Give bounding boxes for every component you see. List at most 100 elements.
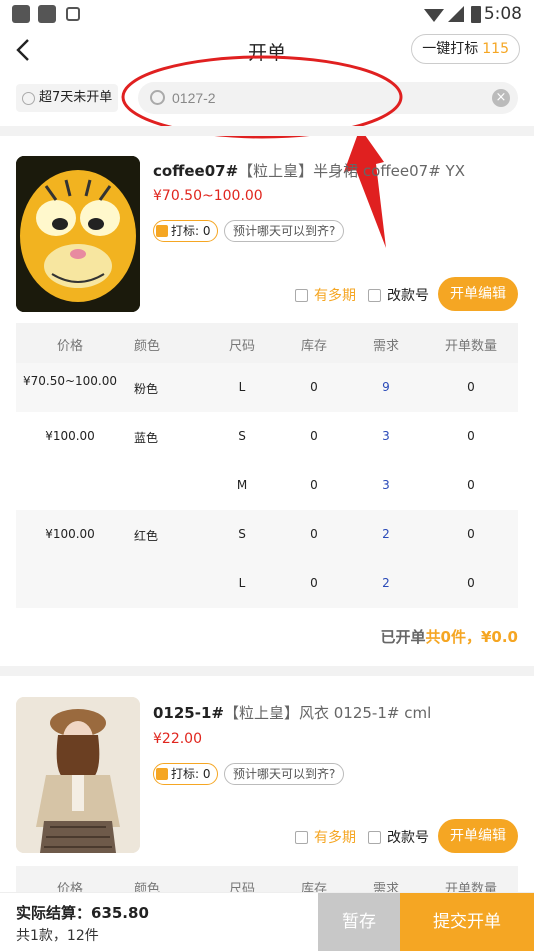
order-summary: 已开单共0件，¥0.0 xyxy=(381,626,518,647)
change-code-label: 改款号 xyxy=(387,288,429,304)
cell-need: 3 xyxy=(382,478,390,492)
eta-button[interactable]: 预计哪天可以到齐? xyxy=(224,220,345,242)
bottom-bar: 实际结算：635.80 共1款，12件 暂存 提交开单 xyxy=(0,892,534,951)
cell-price: ¥100.00 xyxy=(45,429,95,443)
status-bar: 5:08 xyxy=(0,0,534,28)
one-click-tag-button[interactable]: 一键打标 115 xyxy=(411,34,520,64)
product-image[interactable] xyxy=(16,697,140,853)
battery-icon xyxy=(471,6,481,23)
product-price: ¥70.50~100.00 xyxy=(153,188,263,204)
table-row: M 0 3 0 xyxy=(16,461,518,510)
table-row: ¥100.00 蓝色 S 0 3 0 xyxy=(16,412,518,461)
cell-size: L xyxy=(238,576,246,590)
signal-icon xyxy=(424,6,464,22)
divider xyxy=(0,126,534,136)
search-input[interactable] xyxy=(172,82,472,114)
header-qty: 开单数量 xyxy=(444,339,497,354)
cell-size: S xyxy=(238,429,246,443)
edit-icon xyxy=(368,288,381,302)
clear-icon[interactable]: × xyxy=(492,89,510,107)
submit-order-button[interactable]: 提交开单 xyxy=(400,893,534,951)
cell-need: 3 xyxy=(382,429,390,443)
eta-button[interactable]: 预计哪天可以到齐? xyxy=(224,763,345,785)
product-code: coffee07# xyxy=(153,162,239,180)
cell-qty[interactable]: 0 xyxy=(436,478,506,492)
multi-period-label: 有多期 xyxy=(314,830,356,846)
summary-value: 共0件，¥0.0 xyxy=(425,628,518,646)
search-icon xyxy=(150,90,165,105)
cell-stock: 0 xyxy=(310,576,318,590)
search-box[interactable]: × xyxy=(138,82,518,114)
app-icon xyxy=(66,7,80,21)
table-row: L 0 2 0 xyxy=(16,559,518,608)
cell-stock: 0 xyxy=(310,429,318,443)
calendar-icon xyxy=(295,288,308,302)
overdue-filter-checkbox[interactable]: 超7天未开单 xyxy=(16,84,119,112)
cell-qty[interactable]: 0 xyxy=(436,527,506,541)
cell-color: 红色 xyxy=(134,529,159,543)
order-edit-button[interactable]: 开单编辑 xyxy=(438,819,518,853)
product-description: 【粒上皇】风衣 0125-1# cml xyxy=(223,704,432,722)
tag-badge-label: 打标: 0 xyxy=(171,767,211,781)
tag-badge[interactable]: 打标: 0 xyxy=(153,220,218,242)
multi-period-label: 有多期 xyxy=(314,288,356,304)
cell-size: L xyxy=(238,380,246,394)
cell-qty[interactable]: 0 xyxy=(436,429,506,443)
save-draft-button[interactable]: 暂存 xyxy=(318,893,400,951)
tag-count: 115 xyxy=(482,41,509,57)
change-code-button[interactable]: 改款号 xyxy=(368,285,429,305)
change-code-label: 改款号 xyxy=(387,830,429,846)
cell-qty[interactable]: 0 xyxy=(436,380,506,394)
cell-size: S xyxy=(238,527,246,541)
checkbox-icon xyxy=(22,91,35,105)
cell-price: ¥100.00 xyxy=(45,527,95,541)
product-name: 0125-1#【粒上皇】风衣 0125-1# cml xyxy=(153,702,431,723)
table-row: ¥70.50~100.00 粉色 L 0 9 0 xyxy=(16,363,518,412)
product-code: 0125-1# xyxy=(153,704,224,722)
settlement-total: 实际结算：635.80 xyxy=(16,904,149,922)
cell-need: 9 xyxy=(382,380,390,394)
cell-stock: 0 xyxy=(310,478,318,492)
change-code-button[interactable]: 改款号 xyxy=(368,827,429,847)
table-group: ¥100.00 蓝色 S 0 3 0 M 0 3 0 xyxy=(16,412,518,510)
one-click-tag-label: 一键打标 xyxy=(422,41,479,57)
notification-icon xyxy=(38,5,56,23)
trench-coat-image xyxy=(16,697,140,853)
order-edit-button[interactable]: 开单编辑 xyxy=(438,277,518,311)
tag-badge[interactable]: 打标: 0 xyxy=(153,763,218,785)
sku-table: 价格 颜色 尺码 库存 需求 开单数量 ¥70.50~100.00 粉色 L 0… xyxy=(16,323,518,608)
table-group: ¥70.50~100.00 粉色 L 0 9 0 xyxy=(16,363,518,412)
table-header: 价格 颜色 尺码 库存 需求 开单数量 xyxy=(16,323,518,363)
garfield-image xyxy=(16,156,140,312)
cell-need: 2 xyxy=(382,576,390,590)
header-color: 颜色 xyxy=(134,339,161,354)
header-size: 尺码 xyxy=(228,339,255,354)
cell-price: ¥70.50~100.00 xyxy=(22,374,118,388)
cell-stock: 0 xyxy=(310,380,318,394)
product-name: coffee07#【粒上皇】半身裙 coffee07# YX xyxy=(153,160,465,181)
overdue-filter-label: 超7天未开单 xyxy=(39,90,113,105)
cell-color: 蓝色 xyxy=(134,431,159,445)
tag-icon xyxy=(156,225,168,237)
edit-icon xyxy=(368,830,381,844)
cell-size: M xyxy=(236,478,248,492)
table-row: ¥100.00 红色 S 0 2 0 xyxy=(16,510,518,559)
header-price: 价格 xyxy=(56,339,83,354)
cell-need: 2 xyxy=(382,527,390,541)
calendar-icon xyxy=(295,830,308,844)
tag-icon xyxy=(156,768,168,780)
multi-period-button[interactable]: 有多期 xyxy=(295,285,356,305)
multi-period-button[interactable]: 有多期 xyxy=(295,827,356,847)
annotation-arrow xyxy=(344,128,386,248)
cell-qty[interactable]: 0 xyxy=(436,576,506,590)
divider xyxy=(0,666,534,676)
product-description: 【粒上皇】半身裙 coffee07# YX xyxy=(238,162,465,180)
cell-stock: 0 xyxy=(310,527,318,541)
header-stock: 库存 xyxy=(300,339,327,354)
summary-prefix: 已开单 xyxy=(380,628,426,646)
product-image[interactable] xyxy=(16,156,140,312)
product-price: ¥22.00 xyxy=(153,731,202,747)
notification-icon xyxy=(12,5,30,23)
tag-badge-label: 打标: 0 xyxy=(171,224,211,238)
table-group: ¥100.00 红色 S 0 2 0 L 0 2 0 xyxy=(16,510,518,608)
